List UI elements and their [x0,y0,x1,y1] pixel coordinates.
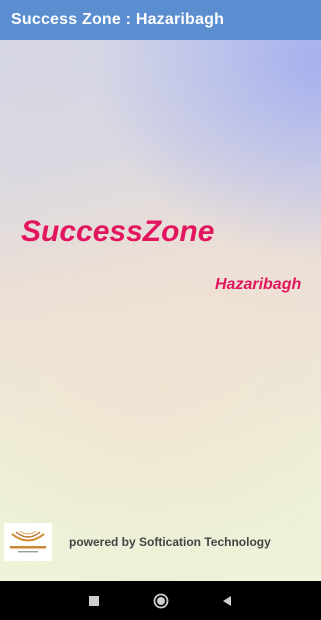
brand-title: SuccessZone [21,215,215,248]
recents-button[interactable] [84,591,104,611]
circle-home-icon [153,593,169,609]
powered-by-text: powered by Softication Technology [69,535,271,549]
splash-screen: SuccessZone Hazaribagh powered by Softic… [0,40,321,581]
company-logo [4,523,52,561]
brand-location: Hazaribagh [215,276,302,293]
app-bar-title: Success Zone : Hazaribagh [11,11,225,28]
system-nav-bar [0,581,321,620]
back-button[interactable] [217,591,237,611]
app-bar: Success Zone : Hazaribagh [0,0,321,40]
square-recents-icon [89,596,99,606]
home-button[interactable] [151,591,171,611]
company-logo-image [10,530,46,553]
triangle-back-icon [223,596,231,606]
